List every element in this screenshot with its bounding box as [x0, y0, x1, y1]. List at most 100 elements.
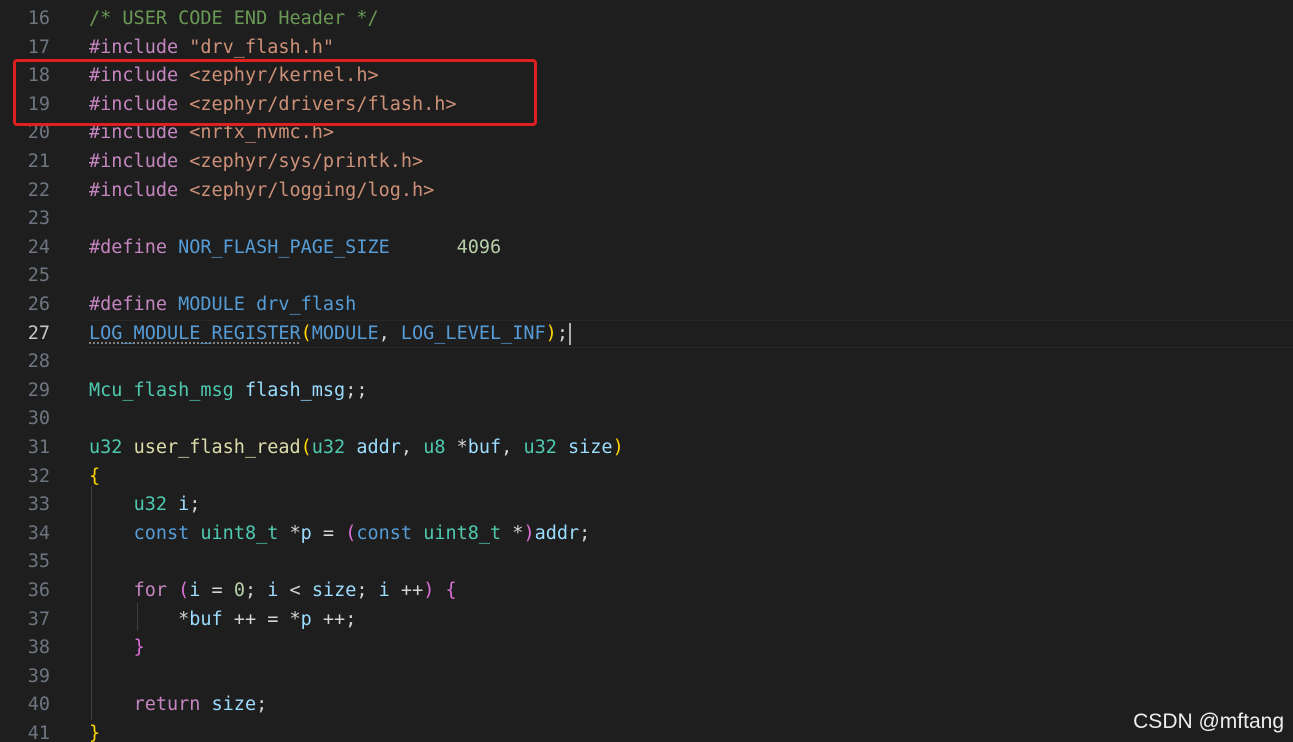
code-line[interactable]: 24 #define NOR_FLASH_PAGE_SIZE 4096: [0, 234, 1293, 263]
code-line[interactable]: 31 u32 user_flash_read(u32 addr, u8 *buf,…: [0, 434, 1293, 463]
code-line[interactable]: 19 #include <zephyr/drivers/flash.h>: [0, 91, 1293, 120]
code-token: *: [278, 522, 301, 544]
line-number: 40: [27, 694, 50, 716]
code-token: #define: [89, 236, 179, 258]
code-line[interactable]: 40 return size;: [0, 691, 1293, 720]
code-line[interactable]: 21 #include <zephyr/sys/printk.h>: [0, 148, 1293, 177]
line-number: 20: [27, 122, 50, 144]
code-line[interactable]: 34 const uint8_t *p = (const uint8_t *)a…: [0, 520, 1293, 549]
code-line[interactable]: 41}: [0, 720, 1293, 742]
code-token: Mcu_flash_msg: [89, 379, 234, 401]
code-token: ;;: [345, 379, 368, 401]
code-token: LOG_LEVEL_INF: [400, 322, 546, 344]
code-token: ): [545, 322, 557, 344]
code-token: ;: [556, 322, 568, 344]
code-line[interactable]: 36 for (i = 0; i < size; i ++) {: [0, 577, 1293, 606]
line-number: 35: [27, 551, 50, 573]
line-code: }: [89, 720, 100, 742]
code-line[interactable]: 18 #include <zephyr/kernel.h>: [0, 62, 1293, 91]
line-number: 18: [27, 65, 50, 87]
line-number: 28: [27, 351, 50, 373]
code-token: p: [300, 608, 312, 630]
code-line[interactable]: 20 #include <nrfx_nvmc.h>: [0, 119, 1293, 148]
code-token: ++;: [311, 608, 357, 630]
code-token: #define: [89, 294, 179, 315]
line-code: for (i = 0; i < size; i ++) {: [89, 577, 457, 606]
code-token: addr: [534, 522, 580, 544]
code-token: ): [523, 522, 535, 544]
code-token: }: [89, 723, 101, 742]
code-token: u8: [423, 437, 446, 458]
code-token: ,: [400, 437, 424, 458]
code-line[interactable]: 28: [0, 348, 1293, 377]
code-line[interactable]: 25: [0, 262, 1293, 291]
code-token: i: [189, 580, 201, 601]
code-line[interactable]: 35: [0, 548, 1293, 577]
code-token: drv_flash: [256, 294, 357, 315]
code-token: {: [445, 580, 457, 601]
indent-guide: [91, 486, 92, 720]
code-token: i: [378, 580, 390, 601]
code-token: ;: [189, 494, 201, 516]
code-token: const: [356, 522, 413, 544]
code-token: <zephyr/logging/log.h>: [189, 179, 435, 201]
code-editor[interactable]: 16 /* USER CODE END Header */ 17 #include "…: [0, 0, 1293, 742]
line-number: 41: [27, 723, 50, 742]
code-line[interactable]: 32 {: [0, 463, 1293, 492]
code-token: #include: [89, 65, 190, 87]
code-token: ;: [256, 694, 268, 716]
code-token: size: [568, 437, 613, 458]
code-token: MODULE: [178, 294, 245, 315]
code-line[interactable]: 29 Mcu_flash_msg flash_msg;;: [0, 377, 1293, 406]
code-line[interactable]: 37 *buf ++ = *p ++;: [0, 606, 1293, 635]
code-token: user_flash_read: [133, 437, 301, 458]
code-token: size: [311, 580, 357, 601]
line-number: 19: [27, 93, 50, 115]
code-token: ): [423, 580, 435, 601]
line-code: #define NOR_FLASH_PAGE_SIZE 4096: [89, 234, 501, 263]
code-line[interactable]: 27 LOG_MODULE_REGISTER(MODULE, LOG_LEVEL_…: [0, 319, 1293, 349]
line-number: 23: [27, 208, 50, 230]
code-token: #include: [89, 151, 190, 172]
code-token: <zephyr/drivers/flash.h>: [189, 93, 457, 115]
code-token: LOG_MODULE_REGISTER: [89, 322, 301, 344]
code-line[interactable]: 30: [0, 405, 1293, 434]
code-token: ,: [378, 322, 401, 344]
code-token: <nrfx_nvmc.h>: [189, 122, 335, 144]
code-token: #include: [89, 93, 190, 115]
code-token: i: [267, 580, 279, 601]
code-token: 4096: [456, 236, 502, 258]
code-line[interactable]: 17 #include "drv_flash.h": [0, 34, 1293, 63]
code-line[interactable]: 16 /* USER CODE END Header */: [0, 5, 1293, 34]
code-token: (: [345, 522, 357, 544]
code-line[interactable]: 23: [0, 205, 1293, 234]
code-line[interactable]: 33 u32 i;: [0, 491, 1293, 520]
code-token: }: [133, 637, 145, 659]
line-code: #include <zephyr/kernel.h>: [89, 62, 379, 91]
code-line[interactable]: 22 #include <zephyr/logging/log.h>: [0, 177, 1293, 206]
code-line[interactable]: 39: [0, 663, 1293, 692]
code-line[interactable]: 26 #define MODULE drv_flash: [0, 291, 1293, 320]
code-token: u32: [133, 494, 167, 516]
line-code: LOG_MODULE_REGISTER(MODULE, LOG_LEVEL_IN…: [89, 320, 571, 349]
line-number: 32: [27, 465, 50, 487]
watermark: CSDN @mftang: [1133, 710, 1284, 733]
code-token: MODULE: [311, 322, 379, 344]
code-token: "drv_flash.h": [189, 36, 335, 58]
line-number: 29: [27, 379, 50, 401]
line-number: 25: [27, 265, 50, 287]
code-token: #include: [89, 122, 190, 144]
code-token: ;: [244, 580, 268, 601]
line-number: 26: [27, 294, 50, 315]
code-token: ;: [356, 580, 379, 601]
code-token: for: [133, 580, 167, 601]
code-token: #include: [89, 36, 190, 58]
code-line[interactable]: 38 }: [0, 634, 1293, 663]
